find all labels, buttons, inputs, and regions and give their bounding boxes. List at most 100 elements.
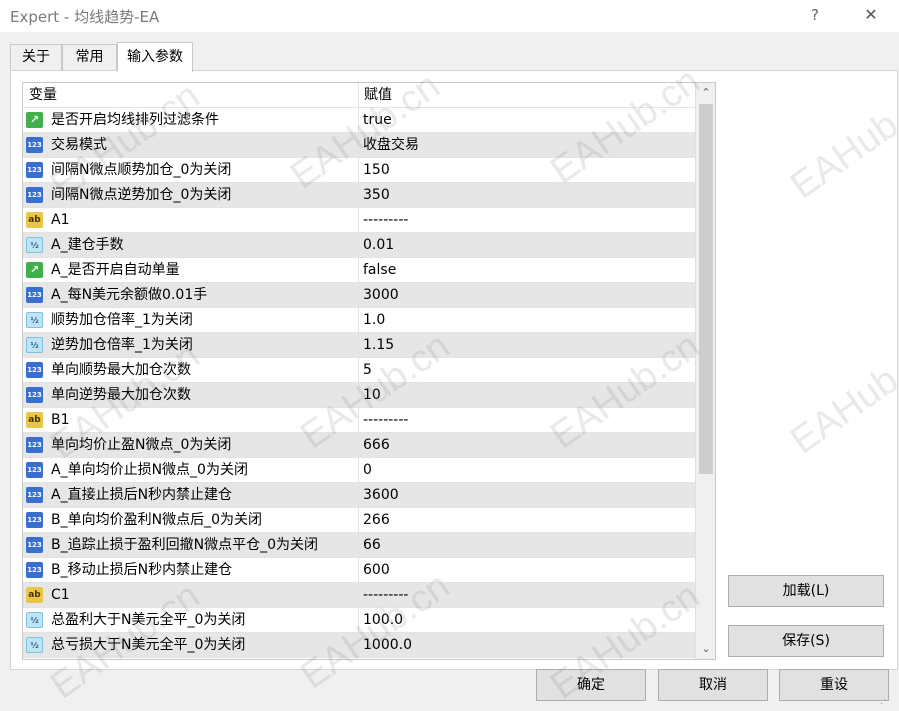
parameter-row[interactable]: ab B1 --------- — [23, 408, 695, 433]
bool-param-icon: ↗ — [26, 262, 43, 278]
parameter-value[interactable]: 1.15 — [363, 333, 394, 358]
scroll-up-icon[interactable]: ⌃ — [696, 83, 715, 103]
parameter-value[interactable]: 266 — [363, 508, 390, 533]
header-value[interactable]: 赋值 — [358, 83, 392, 108]
parameter-name: 单向均价止盈N微点_0为关闭 — [51, 437, 232, 453]
integer-param-icon: 123 — [26, 537, 43, 553]
parameter-value[interactable]: 350 — [363, 183, 390, 208]
parameter-name: A_是否开启自动单量 — [51, 262, 180, 278]
parameter-value[interactable]: 1.0 — [363, 308, 385, 333]
parameter-name: A_建仓手数 — [51, 237, 124, 253]
parameter-row[interactable]: 123 交易模式 收盘交易 — [23, 133, 695, 158]
parameter-row[interactable]: ½ 顺势加仓倍率_1为关闭 1.0 — [23, 308, 695, 333]
window-title: Expert - 均线趋势-EA — [10, 8, 160, 26]
parameter-value[interactable]: false — [363, 258, 396, 283]
parameter-value[interactable]: 10 — [363, 383, 381, 408]
parameter-name: A_直接止损后N秒内禁止建仓 — [51, 487, 233, 503]
parameter-value[interactable]: --------- — [363, 583, 408, 608]
parameter-value[interactable]: 5 — [363, 358, 372, 383]
parameter-row[interactable]: ½ 总盈利大于N美元全平_0为关闭 100.0 — [23, 608, 695, 633]
parameter-value[interactable]: 1000.0 — [363, 633, 412, 658]
string-param-icon: ab — [26, 587, 43, 603]
integer-param-icon: 123 — [26, 512, 43, 528]
tab-common[interactable]: 常用 — [62, 44, 117, 71]
column-divider — [358, 133, 359, 158]
column-divider — [358, 308, 359, 333]
cancel-button[interactable]: 取消 — [658, 669, 768, 701]
parameter-row[interactable]: ½ A_建仓手数 0.01 — [23, 233, 695, 258]
parameter-name: 间隔N微点顺势加仓_0为关闭 — [51, 162, 232, 178]
parameter-name: 单向顺势最大加仓次数 — [51, 362, 191, 378]
tab-inputs[interactable]: 输入参数 — [117, 42, 193, 72]
parameter-value[interactable]: --------- — [363, 208, 408, 233]
parameter-row[interactable]: 123 间隔N微点逆势加仓_0为关闭 350 — [23, 183, 695, 208]
parameter-row[interactable]: ab C1 --------- — [23, 583, 695, 608]
grid-header: 变量 赋值 — [23, 83, 695, 108]
vertical-scrollbar[interactable]: ⌃ ⌄ — [695, 83, 715, 659]
parameter-row[interactable]: 123 A_直接止损后N秒内禁止建仓 3600 — [23, 483, 695, 508]
parameter-name: 逆势加仓倍率_1为关闭 — [51, 337, 193, 353]
integer-param-icon: 123 — [26, 562, 43, 578]
parameter-row[interactable]: 123 单向逆势最大加仓次数 10 — [23, 383, 695, 408]
parameter-row[interactable]: 123 A_单向均价止损N微点_0为关闭 0 — [23, 458, 695, 483]
integer-param-icon: 123 — [26, 362, 43, 378]
parameter-name: 总盈利大于N美元全平_0为关闭 — [51, 612, 246, 628]
parameter-row[interactable]: 123 单向均价止盈N微点_0为关闭 666 — [23, 433, 695, 458]
column-divider — [358, 108, 359, 133]
parameter-value[interactable]: 3000 — [363, 283, 399, 308]
parameter-value[interactable]: --------- — [363, 408, 408, 433]
parameter-value[interactable]: 666 — [363, 433, 390, 458]
double-param-icon: ½ — [26, 237, 43, 253]
integer-param-icon: 123 — [26, 162, 43, 178]
column-divider — [358, 608, 359, 633]
parameter-name: 间隔N微点逆势加仓_0为关闭 — [51, 187, 232, 203]
column-divider — [358, 408, 359, 433]
scroll-down-icon[interactable]: ⌄ — [696, 639, 715, 659]
title-bar: Expert - 均线趋势-EA ? ✕ — [0, 0, 899, 32]
column-divider — [358, 233, 359, 258]
parameter-value[interactable]: 100.0 — [363, 608, 403, 633]
parameter-value[interactable]: 3600 — [363, 483, 399, 508]
string-param-icon: ab — [26, 412, 43, 428]
parameter-value[interactable]: 0 — [363, 458, 372, 483]
parameter-value[interactable]: 600 — [363, 558, 390, 583]
integer-param-icon: 123 — [26, 437, 43, 453]
reset-button[interactable]: 重设 — [779, 669, 889, 701]
parameter-name: B_移动止损后N秒内禁止建仓 — [51, 562, 233, 578]
close-button[interactable]: ✕ — [855, 2, 887, 28]
parameter-value[interactable]: true — [363, 108, 392, 133]
parameter-name: 是否开启均线排列过滤条件 — [51, 112, 219, 128]
parameter-name: 顺势加仓倍率_1为关闭 — [51, 312, 193, 328]
tab-about[interactable]: 关于 — [10, 44, 62, 71]
parameter-row[interactable]: 123 B_单向均价盈利N微点后_0为关闭 266 — [23, 508, 695, 533]
parameter-row[interactable]: 123 A_每N美元余额做0.01手 3000 — [23, 283, 695, 308]
parameter-value[interactable]: 0.01 — [363, 233, 394, 258]
column-divider — [358, 333, 359, 358]
parameter-row[interactable]: 123 单向顺势最大加仓次数 5 — [23, 358, 695, 383]
parameter-value[interactable]: 66 — [363, 533, 381, 558]
parameter-value[interactable]: 150 — [363, 158, 390, 183]
parameter-value[interactable]: 收盘交易 — [363, 133, 419, 158]
double-param-icon: ½ — [26, 612, 43, 628]
parameter-row[interactable]: ↗ 是否开启均线排列过滤条件 true — [23, 108, 695, 133]
header-variable[interactable]: 变量 — [23, 83, 57, 108]
column-divider — [358, 358, 359, 383]
column-divider — [358, 208, 359, 233]
parameter-row[interactable]: ½ 总亏损大于N美元全平_0为关闭 1000.0 — [23, 633, 695, 658]
parameter-row[interactable]: ab A1 --------- — [23, 208, 695, 233]
ok-button[interactable]: 确定 — [536, 669, 646, 701]
help-button[interactable]: ? — [800, 2, 830, 28]
parameter-name: A_单向均价止损N微点_0为关闭 — [51, 462, 248, 478]
parameter-row[interactable]: ↗ A_是否开启自动单量 false — [23, 258, 695, 283]
parameter-name: C1 — [51, 587, 70, 603]
parameter-row[interactable]: 123 B_移动止损后N秒内禁止建仓 600 — [23, 558, 695, 583]
parameter-row[interactable]: 123 B_追踪止损于盈利回撤N微点平仓_0为关闭 66 — [23, 533, 695, 558]
scroll-thumb[interactable] — [699, 104, 713, 474]
integer-param-icon: 123 — [26, 137, 43, 153]
parameter-name: A1 — [51, 212, 70, 228]
load-button[interactable]: 加载(L) — [728, 575, 884, 607]
save-button[interactable]: 保存(S) — [728, 625, 884, 657]
parameter-row[interactable]: ½ 逆势加仓倍率_1为关闭 1.15 — [23, 333, 695, 358]
parameter-row[interactable]: 123 间隔N微点顺势加仓_0为关闭 150 — [23, 158, 695, 183]
resize-grip-icon[interactable]: ⋰ — [880, 694, 894, 708]
